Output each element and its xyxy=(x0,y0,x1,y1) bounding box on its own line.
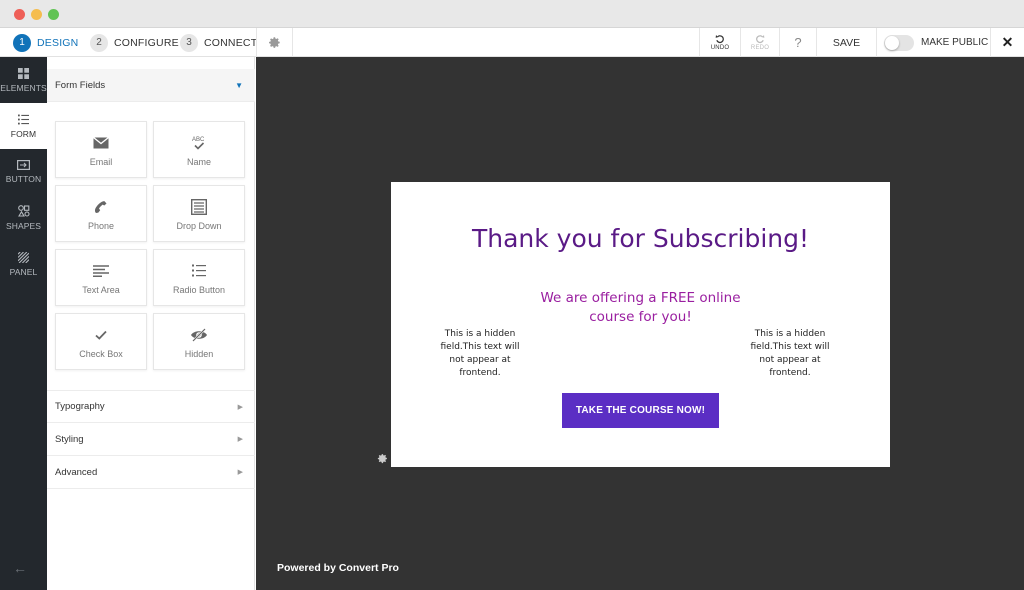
hidden-field-note-right[interactable]: This is a hidden field.This text will no… xyxy=(744,328,836,380)
redo-button[interactable]: REDO xyxy=(740,28,779,57)
field-tile-textarea[interactable]: Text Area xyxy=(55,249,147,306)
help-icon: ? xyxy=(794,35,802,50)
field-tile-hidden[interactable]: Hidden xyxy=(153,313,245,370)
undo-icon xyxy=(715,35,724,44)
field-tile-email[interactable]: Email xyxy=(55,121,147,178)
popup-preview[interactable]: Thank you for Subscribing! We are offeri… xyxy=(391,182,890,467)
field-tile-phone[interactable]: Phone xyxy=(55,185,147,242)
caret-right-icon: ▶ xyxy=(237,469,243,476)
help-button[interactable]: ? xyxy=(779,28,816,57)
step-label: DESIGN xyxy=(37,36,79,49)
toggle-knob xyxy=(885,35,899,50)
close-window-button[interactable] xyxy=(14,9,25,20)
save-button[interactable]: SAVE xyxy=(816,28,876,57)
rail-label: SHAPES xyxy=(5,221,42,231)
caret-right-icon: ▶ xyxy=(237,403,243,411)
caret-down-icon: ▼ xyxy=(235,80,243,90)
step-label: CONNECT xyxy=(204,36,258,49)
section-styling[interactable]: Styling ▶ xyxy=(47,423,255,456)
left-icon-rail: ELEMENTS FORM BUTTON SHAPES PANEL ← xyxy=(0,57,47,590)
field-tile-checkbox[interactable]: Check Box xyxy=(55,313,147,370)
powered-by-text: Powered by Convert Pro xyxy=(277,562,399,574)
phone-icon xyxy=(93,197,109,217)
abc-check-icon: ABC xyxy=(191,133,207,153)
popup-title[interactable]: Thank you for Subscribing! xyxy=(391,224,890,253)
form-panel: Form Fields ▼ Email ABC Name Phone Drop … xyxy=(47,57,255,590)
redo-label: REDO xyxy=(750,45,770,51)
maximize-window-button[interactable] xyxy=(48,9,59,20)
section-typography[interactable]: Typography ▶ xyxy=(47,390,255,423)
button-icon xyxy=(17,160,30,170)
grid-icon xyxy=(18,67,29,79)
envelope-icon xyxy=(93,133,109,153)
field-label: Email xyxy=(89,156,113,167)
textarea-icon xyxy=(93,261,109,281)
section-form-fields[interactable]: Form Fields ▼ xyxy=(47,69,255,102)
field-label: Text Area xyxy=(82,284,120,295)
toggle-switch[interactable] xyxy=(884,34,914,51)
step-number: 2 xyxy=(90,33,108,52)
field-label: Hidden xyxy=(184,348,214,359)
field-label: Check Box xyxy=(79,348,123,359)
popup-settings-gear-icon[interactable] xyxy=(377,453,388,467)
rail-item-shapes[interactable]: SHAPES xyxy=(0,195,47,241)
make-public-toggle[interactable]: MAKE PUBLIC xyxy=(876,28,990,57)
field-tile-dropdown[interactable]: Drop Down xyxy=(153,185,245,242)
field-tile-radio-button[interactable]: Radio Button xyxy=(153,249,245,306)
take-course-button[interactable]: TAKE THE COURSE NOW! xyxy=(562,393,719,428)
section-title: Advanced xyxy=(55,466,98,478)
list-icon xyxy=(18,114,29,124)
arrow-left-icon[interactable]: ← xyxy=(13,560,27,576)
rail-label: PANEL xyxy=(9,266,38,277)
close-button[interactable]: ✕ xyxy=(990,28,1024,57)
rail-label: BUTTON xyxy=(5,174,42,184)
section-title: Form Fields xyxy=(55,79,106,91)
caret-right-icon: ▶ xyxy=(237,436,243,443)
close-icon: ✕ xyxy=(1001,34,1014,50)
field-label: Name xyxy=(186,156,211,167)
make-public-label: MAKE PUBLIC xyxy=(921,37,989,48)
step-number: 3 xyxy=(180,33,198,52)
step-configure[interactable]: 2 CONFIGURE xyxy=(90,28,179,57)
field-label: Drop Down xyxy=(176,220,222,231)
field-tile-name[interactable]: ABC Name xyxy=(153,121,245,178)
panel-icon xyxy=(18,251,29,263)
eye-slash-icon xyxy=(190,325,208,345)
save-label: SAVE xyxy=(832,36,861,49)
step-design[interactable]: 1 DESIGN xyxy=(13,28,78,57)
field-label: Radio Button xyxy=(172,284,226,295)
shapes-icon xyxy=(17,205,30,217)
step-connect[interactable]: 3 CONNECT xyxy=(180,28,257,57)
minimize-window-button[interactable] xyxy=(31,9,42,20)
dropdown-list-icon xyxy=(191,197,207,217)
hidden-field-note-left[interactable]: This is a hidden field.This text will no… xyxy=(434,328,526,380)
rail-item-form[interactable]: FORM xyxy=(0,103,47,149)
step-label: CONFIGURE xyxy=(114,36,179,49)
rail-item-button[interactable]: BUTTON xyxy=(0,149,47,195)
step-number: 1 xyxy=(13,33,31,52)
section-title: Typography xyxy=(55,401,105,412)
design-canvas[interactable]: Thank you for Subscribing! We are offeri… xyxy=(256,57,1024,590)
undo-button[interactable]: UNDO xyxy=(699,28,740,57)
rail-item-elements[interactable]: ELEMENTS xyxy=(0,57,47,103)
field-label: Phone xyxy=(87,220,115,231)
window-titlebar xyxy=(0,0,1024,28)
section-advanced[interactable]: Advanced ▶ xyxy=(47,456,255,489)
rail-label: FORM xyxy=(10,128,37,139)
radio-list-icon xyxy=(192,261,206,281)
svg-text:ABC: ABC xyxy=(192,137,205,143)
gear-icon xyxy=(269,37,280,48)
redo-icon xyxy=(756,35,765,44)
section-title: Styling xyxy=(55,433,84,445)
rail-label: ELEMENTS xyxy=(0,82,47,93)
settings-button[interactable] xyxy=(256,28,293,57)
undo-label: UNDO xyxy=(710,45,730,51)
popup-subtitle[interactable]: We are offering a FREE online course for… xyxy=(516,289,765,327)
rail-item-panel[interactable]: PANEL xyxy=(0,241,47,287)
top-toolbar: 1 DESIGN 2 CONFIGURE 3 CONNECT UNDO REDO… xyxy=(0,28,1024,57)
checkmark-icon xyxy=(95,325,107,345)
